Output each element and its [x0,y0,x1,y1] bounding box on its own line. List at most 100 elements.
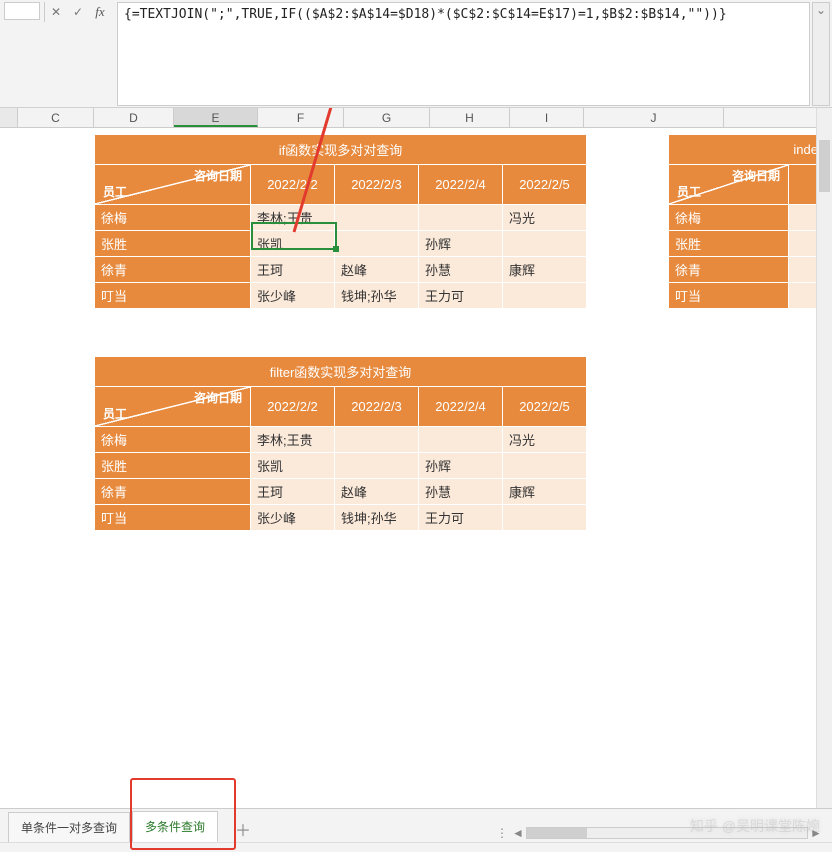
table-title: inde [669,135,819,165]
data-cell[interactable]: 王力可 [419,283,503,309]
data-cell[interactable] [789,283,819,309]
diag-top-label: 咨询日期 [194,389,242,406]
column-header[interactable]: D [94,108,174,127]
diagonal-header: 咨询日期 员工 [669,165,789,205]
scroll-left-button[interactable]: ◄ [510,825,526,841]
diag-bottom-label: 员工 [677,183,701,200]
scroll-right-button[interactable]: ► [808,825,824,841]
data-cell[interactable]: 康辉 [503,257,587,283]
data-cell[interactable] [335,205,419,231]
data-cell[interactable]: 赵峰 [335,479,419,505]
name-box[interactable] [4,2,40,20]
table-title: if函数实现多对对查询 [95,135,587,165]
data-cell[interactable]: 钱坤;孙华 [335,283,419,309]
diag-bottom-label: 员工 [103,183,127,200]
row-label: 张胜 [95,231,251,257]
data-cell[interactable]: 王力可 [419,505,503,531]
data-cell[interactable]: 王珂 [251,257,335,283]
data-cell[interactable]: 孙慧 [419,479,503,505]
row-label: 徐青 [669,257,789,283]
add-sheet-button[interactable]: ＋ [230,816,256,842]
date-header: 2022/2/2 [251,387,335,427]
column-header[interactable]: E [174,108,258,127]
diag-top-label: 咨询日期 [194,167,242,184]
scroll-separator-icon: ⋮ [494,825,510,841]
insert-function-button[interactable]: fx [89,2,111,22]
data-cell[interactable]: 孙慧 [419,257,503,283]
select-all-corner[interactable] [0,108,18,127]
horizontal-scrollbar[interactable]: ⋮ ◄ ► [494,824,824,842]
data-cell[interactable]: 康辉 [503,479,587,505]
formula-input[interactable]: {=TEXTJOIN(";",TRUE,IF(($A$2:$A$14=$D18)… [117,2,810,106]
row-label: 张胜 [669,231,789,257]
data-cell[interactable] [419,205,503,231]
row-label: 徐梅 [95,427,251,453]
formula-expand-button[interactable]: ⌄ [812,2,830,106]
column-header[interactable]: G [344,108,430,127]
data-cell[interactable] [503,231,587,257]
date-header: 2022/2/3 [335,165,419,205]
sheet-tab-active[interactable]: 多条件查询 [132,811,218,843]
scroll-thumb[interactable] [527,828,587,838]
row-label: 叮当 [95,505,251,531]
data-cell[interactable]: 孙辉 [419,231,503,257]
table-filter-lookup: filter函数实现多对对查询 咨询日期 员工 2022/2/2 2022/2/… [94,356,587,531]
data-cell[interactable]: 赵峰 [335,257,419,283]
data-cell[interactable] [789,257,819,283]
worksheet[interactable]: C D E F G H I J if函数实现多对对查询 咨询日期 员工 2022… [0,108,832,808]
column-header[interactable]: H [430,108,510,127]
data-cell[interactable]: 冯光 [503,205,587,231]
formula-bar: ✕ ✓ fx {=TEXTJOIN(";",TRUE,IF(($A$2:$A$1… [0,0,832,108]
date-header: 2022/2/4 [419,387,503,427]
data-cell[interactable]: 王珂 [251,479,335,505]
row-label: 叮当 [669,283,789,309]
table-title: filter函数实现多对对查询 [95,357,587,387]
data-cell[interactable] [503,453,587,479]
date-header [789,165,819,205]
data-cell[interactable] [503,505,587,531]
data-cell[interactable]: 钱坤;孙华 [335,505,419,531]
diag-bottom-label: 员工 [103,405,127,422]
data-cell[interactable] [503,283,587,309]
data-cell[interactable]: 张凯 [251,453,335,479]
table-index-lookup-partial: inde 咨询日期 员工 徐梅 张胜 徐青 叮当 [668,134,819,309]
data-cell[interactable]: 孙辉 [419,453,503,479]
vertical-scrollbar[interactable] [816,108,832,808]
chevron-down-icon: ⌄ [816,3,826,17]
grid-area[interactable]: if函数实现多对对查询 咨询日期 员工 2022/2/2 2022/2/3 20… [18,128,832,808]
row-label: 徐梅 [95,205,251,231]
check-icon: ✓ [73,5,83,19]
row-label: 徐青 [95,479,251,505]
column-header[interactable]: F [258,108,344,127]
cancel-button[interactable]: ✕ [45,2,67,22]
column-header[interactable]: J [584,108,724,127]
accept-button[interactable]: ✓ [67,2,89,22]
column-header[interactable]: C [18,108,94,127]
data-cell[interactable]: 张少峰 [251,505,335,531]
column-headers: C D E F G H I J [0,108,832,128]
date-header: 2022/2/2 [251,165,335,205]
data-cell[interactable] [789,231,819,257]
data-cell[interactable] [335,427,419,453]
data-cell[interactable] [419,427,503,453]
date-header: 2022/2/3 [335,387,419,427]
row-label: 张胜 [95,453,251,479]
table-if-lookup: if函数实现多对对查询 咨询日期 员工 2022/2/2 2022/2/3 20… [94,134,587,309]
diagonal-header: 咨询日期 员工 [95,387,251,427]
data-cell[interactable] [335,231,419,257]
scroll-thumb[interactable] [819,140,830,192]
data-cell[interactable]: 张少峰 [251,283,335,309]
scroll-track[interactable] [526,827,808,839]
sheet-tab[interactable]: 单条件一对多查询 [8,812,130,842]
data-cell[interactable]: 冯光 [503,427,587,453]
data-cell[interactable] [789,205,819,231]
data-cell[interactable] [335,453,419,479]
diag-top-label: 咨询日期 [732,167,780,184]
data-cell[interactable]: 李林;王贵 [251,205,335,231]
column-header[interactable]: I [510,108,584,127]
data-cell[interactable]: 张凯 [251,231,335,257]
row-label: 徐梅 [669,205,789,231]
data-cell[interactable]: 李林;王贵 [251,427,335,453]
date-header: 2022/2/5 [503,165,587,205]
date-header: 2022/2/4 [419,165,503,205]
